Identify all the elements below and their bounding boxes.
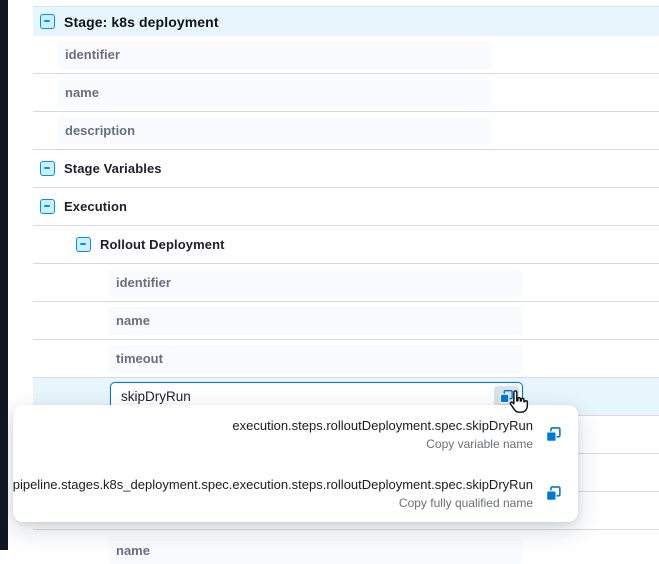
tree-section-stage-variables[interactable]: Stage Variables — [33, 150, 659, 188]
variable-label: name — [116, 543, 150, 558]
copy-option-fully-qualified-name[interactable]: pipeline.stages.k8s_deployment.spec.exec… — [13, 475, 564, 512]
variable-path: pipeline.stages.k8s_deployment.spec.exec… — [13, 477, 533, 492]
minus-square-icon[interactable] — [40, 161, 55, 176]
copy-button[interactable] — [494, 386, 519, 407]
copy-option-text: execution.steps.rolloutDeployment.spec.s… — [232, 418, 533, 451]
variable-field-identifier[interactable]: identifier — [57, 41, 492, 69]
copy-option-text: pipeline.stages.k8s_deployment.spec.exec… — [13, 477, 533, 510]
variable-field-timeout[interactable]: timeout — [108, 345, 523, 373]
tree-row: name — [33, 74, 659, 112]
variable-field-name[interactable]: name — [108, 307, 523, 335]
tree-section-stage-k8s-deployment[interactable]: Stage: k8s deployment — [33, 6, 659, 36]
tree-row: identifier — [33, 264, 659, 302]
variable-label: identifier — [65, 47, 120, 62]
variable-name-value: skipDryRun — [121, 389, 191, 404]
tree-row: name — [33, 302, 659, 340]
variable-field-description[interactable]: description — [57, 117, 492, 145]
variable-label: identifier — [116, 275, 171, 290]
section-label: Execution — [64, 199, 127, 214]
minus-square-icon[interactable] — [76, 237, 91, 252]
tree-row: identifier — [33, 36, 659, 74]
minus-square-icon[interactable] — [40, 199, 55, 214]
variable-label: description — [65, 123, 135, 138]
copy-variable-popover: execution.steps.rolloutDeployment.spec.s… — [13, 405, 578, 522]
variable-path: execution.steps.rolloutDeployment.spec.s… — [232, 418, 533, 433]
tree-row: name — [33, 530, 659, 550]
copy-action-label: Copy fully qualified name — [13, 496, 533, 510]
tree-section-rollout-deployment[interactable]: Rollout Deployment — [33, 226, 659, 264]
copy-icon[interactable] — [545, 426, 562, 443]
copy-icon — [499, 389, 514, 404]
tree-section-execution[interactable]: Execution — [33, 188, 659, 226]
collapsed-dark-sidebar — [0, 0, 8, 550]
copy-icon[interactable] — [545, 485, 562, 502]
variable-label: name — [65, 85, 99, 100]
minus-square-icon[interactable] — [40, 14, 55, 29]
variable-field-identifier[interactable]: identifier — [108, 269, 523, 297]
copy-option-variable-name[interactable]: execution.steps.rolloutDeployment.spec.s… — [13, 416, 564, 453]
tree-row: description — [33, 112, 659, 150]
variable-field-name[interactable]: name — [57, 79, 492, 107]
variable-label: timeout — [116, 351, 163, 366]
copy-action-label: Copy variable name — [232, 437, 533, 451]
section-label: Stage Variables — [64, 161, 162, 176]
section-label: Stage: k8s deployment — [64, 14, 219, 30]
tree-row: timeout — [33, 340, 659, 378]
variable-field-name[interactable]: name — [108, 536, 523, 564]
variable-label: name — [116, 313, 150, 328]
section-label: Rollout Deployment — [100, 237, 225, 252]
